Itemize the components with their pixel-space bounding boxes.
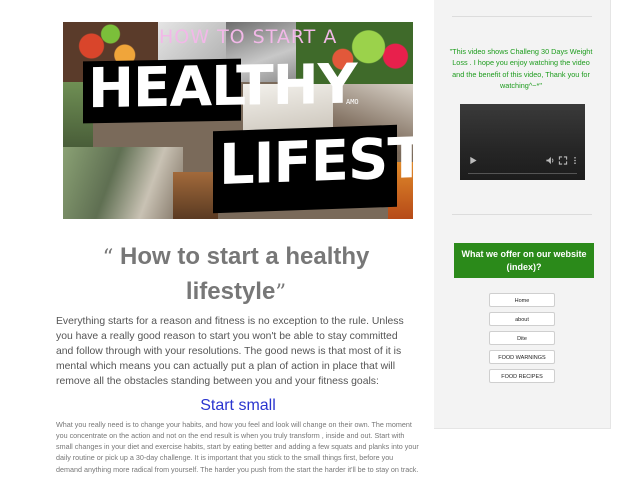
sidebar-divider	[452, 214, 592, 215]
section-paragraph: What you really need is to change your h…	[56, 420, 419, 474]
video-player[interactable]	[460, 104, 585, 180]
more-options-icon[interactable]	[570, 156, 580, 165]
close-quote-mark: ”	[275, 279, 287, 304]
collage-tile-snack	[173, 172, 218, 219]
nav-button-about[interactable]: about	[489, 312, 555, 326]
play-icon[interactable]	[468, 156, 478, 165]
nav-button-food-warnings[interactable]: FOOD WARNINGS	[489, 350, 555, 364]
hero-title-line-1: HEALTHY	[83, 52, 356, 124]
intro-paragraph: Everything starts for a reason and fitne…	[56, 316, 404, 388]
sidebar-divider	[452, 16, 592, 17]
collage-tile-drinks	[63, 147, 183, 219]
section-heading-start-small: Start small	[200, 397, 276, 414]
open-quote-mark: “	[102, 245, 114, 269]
nav-button-home[interactable]: Home	[489, 293, 555, 307]
nav-button-food-recipes[interactable]: FOOD RECIPES	[489, 369, 555, 383]
offer-heading: What we offer on our website (index)?	[454, 243, 594, 278]
hero-subtitle: HOW TO START A	[159, 26, 338, 48]
hero-stamp-text: AMO	[346, 98, 359, 106]
nav-button-dite[interactable]: Dite	[489, 331, 555, 345]
hero-title-line-2: LIFESTYLE	[213, 122, 413, 214]
video-progress-bar[interactable]	[468, 173, 577, 174]
fullscreen-icon[interactable]	[558, 156, 568, 165]
article-title-text: How to start a healthy lifestyle	[113, 243, 370, 305]
volume-icon[interactable]	[545, 156, 555, 165]
sidebar: "This video shows Challeng 30 Days Weigh…	[434, 0, 611, 429]
article-title: “ How to start a healthy lifestyle”	[60, 240, 412, 310]
hero-banner-image: HOW TO START A HEALTHY AMO LIFESTYLE	[63, 22, 413, 219]
video-caption: "This video shows Challeng 30 Days Weigh…	[449, 47, 593, 90]
